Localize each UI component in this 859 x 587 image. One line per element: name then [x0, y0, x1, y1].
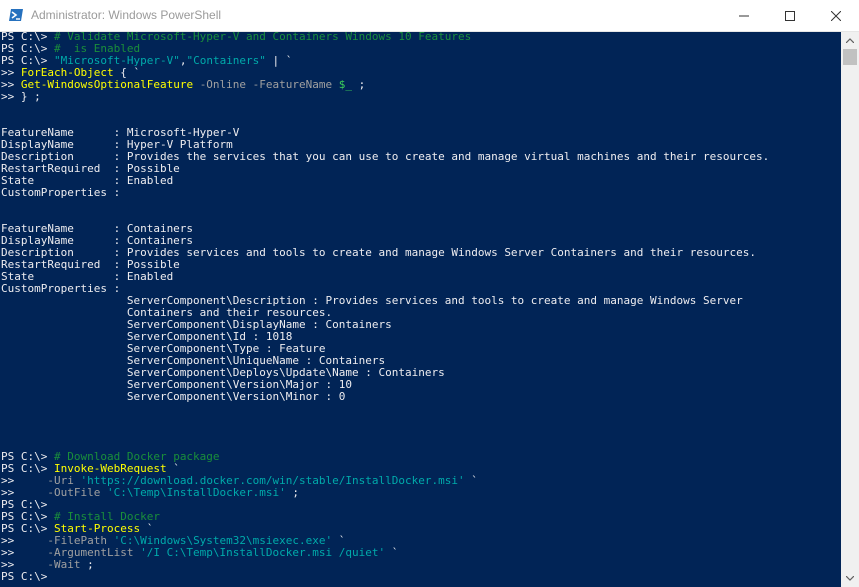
console-line: >> -Wait ; [1, 559, 769, 571]
scroll-up-button[interactable] [841, 32, 859, 49]
console-token: ; [285, 486, 300, 499]
scroll-down-button[interactable] [841, 570, 859, 587]
minimize-button[interactable] [721, 0, 767, 31]
console-token [193, 78, 200, 91]
title-bar[interactable]: Administrator: Windows PowerShell [0, 0, 859, 32]
console-token: CustomProperties : [1, 186, 121, 199]
console-token: "Containers" [186, 54, 266, 67]
console-token: | ` [265, 54, 293, 67]
vertical-scrollbar[interactable] [841, 32, 859, 587]
console-token: -OutFile [47, 486, 101, 499]
console-token: '/I C:\Temp\InstallDocker.msi /quiet' [140, 546, 386, 559]
console-token [332, 78, 339, 91]
console-token: 'C:\Temp\InstallDocker.msi' [106, 486, 286, 499]
close-icon [831, 10, 841, 21]
console-line: ServerComponent\Version\Minor : 0 [1, 391, 769, 403]
maximize-icon [785, 10, 795, 21]
console-token: ` [464, 474, 478, 487]
console-token [100, 486, 107, 499]
console-lines: PS C:\> # Validate Microsoft-Hyper-V and… [1, 32, 769, 583]
console-token: ; [80, 558, 94, 571]
console-line: CustomProperties : [1, 187, 769, 199]
console-token: -Online -FeatureName [199, 78, 333, 91]
console-line: >> -ArgumentList '/I C:\Temp\InstallDock… [1, 547, 769, 559]
console-output[interactable]: PS C:\> # Validate Microsoft-Hyper-V and… [0, 32, 841, 587]
arrow-down-icon [846, 576, 854, 581]
window-title: Administrator: Windows PowerShell [31, 8, 222, 22]
console-token: Get-WindowsOptionalFeature [20, 78, 194, 91]
minimize-icon [739, 15, 749, 16]
scroll-thumb[interactable] [843, 49, 857, 65]
maximize-button[interactable] [767, 0, 813, 31]
console-line: >> } ; [1, 91, 769, 103]
close-button[interactable] [813, 0, 859, 31]
console-line: >> Get-WindowsOptionalFeature -Online -F… [1, 79, 769, 91]
console-token: -Wait [47, 558, 81, 571]
console-token: ` [385, 546, 399, 559]
console-token: PS C:\> [1, 570, 48, 583]
console-token: $_ [338, 78, 353, 91]
console-token: ServerComponent\Version\Minor : 0 [1, 390, 346, 403]
console-token: ; [352, 78, 366, 91]
console-line: PS C:\> [1, 571, 769, 583]
arrow-up-icon [846, 38, 854, 43]
console-line: >> -OutFile 'C:\Temp\InstallDocker.msi' … [1, 487, 769, 499]
powershell-icon[interactable] [9, 8, 23, 22]
